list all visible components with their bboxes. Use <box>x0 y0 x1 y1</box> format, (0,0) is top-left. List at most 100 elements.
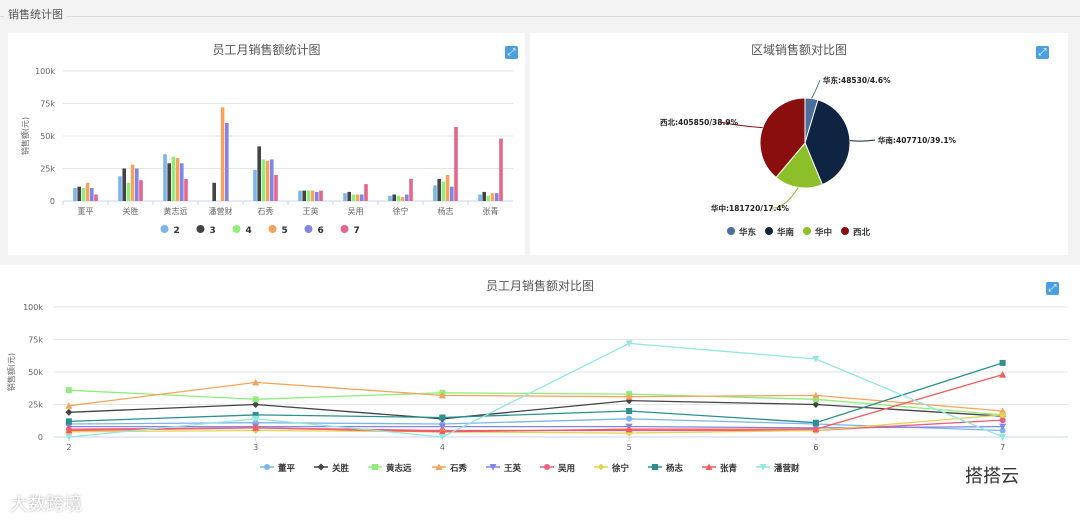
bar <box>298 190 302 201</box>
y-tick-label: 0 <box>50 197 55 206</box>
y-axis-label: 销售额(元) <box>6 353 16 391</box>
legend-label: 张青 <box>720 463 738 474</box>
bar <box>261 159 266 201</box>
legend-marker <box>268 225 277 233</box>
bar <box>81 188 86 201</box>
x-tick-label: 3 <box>253 443 258 452</box>
legend-item: 2 <box>174 226 180 236</box>
legend-item: 吴用 <box>540 464 575 474</box>
bar <box>347 191 351 201</box>
bar <box>167 163 171 201</box>
legend-item: 王英 <box>486 463 522 474</box>
legend-label: 石秀 <box>449 463 468 474</box>
legend-item: 关胜 <box>314 463 350 474</box>
y-tick-label: 100k <box>23 303 43 312</box>
bar <box>319 190 323 201</box>
bar <box>405 194 409 201</box>
bar <box>220 107 225 201</box>
bar <box>77 186 81 201</box>
bar <box>360 194 364 201</box>
legend-label: 黄志远 <box>386 463 412 474</box>
x-tick-label: 徐宁 <box>393 206 409 216</box>
x-tick-label: 6 <box>813 443 818 452</box>
bar-chart-panel: 员工月销售额统计图 ⤢ 0 25k 50k 75k 100k 销售额(元) 董平 关胜 黄志远潘… <box>8 33 525 255</box>
line-point <box>812 419 819 426</box>
y-tick-label: 50k <box>40 132 55 141</box>
bar <box>490 193 495 201</box>
line-series <box>65 397 1007 423</box>
bar <box>478 194 482 201</box>
legend-marker <box>372 464 378 470</box>
legend-item: 3 <box>210 226 216 236</box>
section-divider <box>0 16 1080 17</box>
line-point <box>65 418 72 425</box>
x-tick-label: 张青 <box>483 206 499 216</box>
legend-item: 华南 <box>777 227 795 238</box>
line-point <box>626 415 633 422</box>
x-tick-label: 潘营财 <box>209 206 233 216</box>
bar <box>433 185 437 201</box>
bar <box>343 193 347 201</box>
legend-item: 华东 <box>739 227 757 238</box>
line-chart: 0 25k 50k 75k 100k 销售额(元) 2 3 4 5 6 7 董平 关胜 黄志远 石秀 王英 吴用 徐… <box>6 303 1068 474</box>
bar <box>396 195 401 201</box>
legend-item: 潘营财 <box>756 463 800 474</box>
x-tick-label: 杨志 <box>438 206 454 216</box>
legend-item: 黄志远 <box>368 463 412 474</box>
bar <box>175 158 180 201</box>
bar <box>139 180 143 201</box>
line-point <box>439 414 446 421</box>
bar <box>351 194 356 201</box>
bar <box>270 159 274 201</box>
y-tick-label: 50k <box>28 368 43 377</box>
legend-marker <box>160 225 169 233</box>
bar <box>302 190 306 201</box>
legend-item: 4 <box>246 226 252 236</box>
bar <box>184 178 188 201</box>
series-line <box>68 389 1003 416</box>
x-tick-label: 董平 <box>78 206 94 216</box>
y-tick-label: 100k <box>35 67 55 76</box>
x-tick-label: 2 <box>66 443 71 452</box>
legend-marker <box>727 227 735 235</box>
bar <box>445 175 450 201</box>
bar <box>306 190 311 201</box>
y-tick-label: 75k <box>40 100 55 109</box>
bar <box>122 168 126 201</box>
bar <box>274 175 278 201</box>
legend-marker <box>841 227 849 235</box>
legend-marker <box>652 464 658 470</box>
legend-marker <box>803 227 811 235</box>
y-axis-label: 销售额(元) <box>20 117 30 155</box>
bar <box>441 181 446 201</box>
pie-data-label: 华中:181720/17.4% <box>711 203 790 213</box>
bar <box>130 164 135 201</box>
x-tick-label: 黄志远 <box>164 206 188 216</box>
bar <box>253 169 257 201</box>
bar <box>118 176 122 201</box>
bar <box>257 146 261 201</box>
x-tick-label: 关胜 <box>123 206 139 216</box>
line-point <box>626 408 633 414</box>
y-tick-label: 25k <box>40 165 55 174</box>
legend-item: 5 <box>282 226 288 236</box>
legend-label: 吴用 <box>558 464 575 474</box>
legend-item: 华中 <box>815 227 832 238</box>
line-point <box>65 408 73 416</box>
legend-label: 杨志 <box>666 463 684 474</box>
bar <box>126 182 131 201</box>
legend-item: 杨志 <box>648 463 684 474</box>
legend-item: 石秀 <box>432 463 468 474</box>
bar <box>499 138 503 201</box>
watermark-right: 搭搭云 <box>965 466 1019 487</box>
bar <box>400 197 405 201</box>
bar <box>486 195 491 201</box>
bar <box>171 156 176 201</box>
pie-data-label: 华东:48530/4.6% <box>823 75 891 85</box>
bar <box>212 182 216 201</box>
legend-marker <box>196 225 205 233</box>
legend-marker <box>597 463 605 471</box>
bar-chart: 0 25k 50k 75k 100k 销售额(元) 董平 关胜 黄志远 潘营财 石秀 王英 吴用 徐宁 杨志… <box>20 67 513 236</box>
section-title: 销售统计图 <box>4 6 67 22</box>
bar <box>315 191 319 201</box>
